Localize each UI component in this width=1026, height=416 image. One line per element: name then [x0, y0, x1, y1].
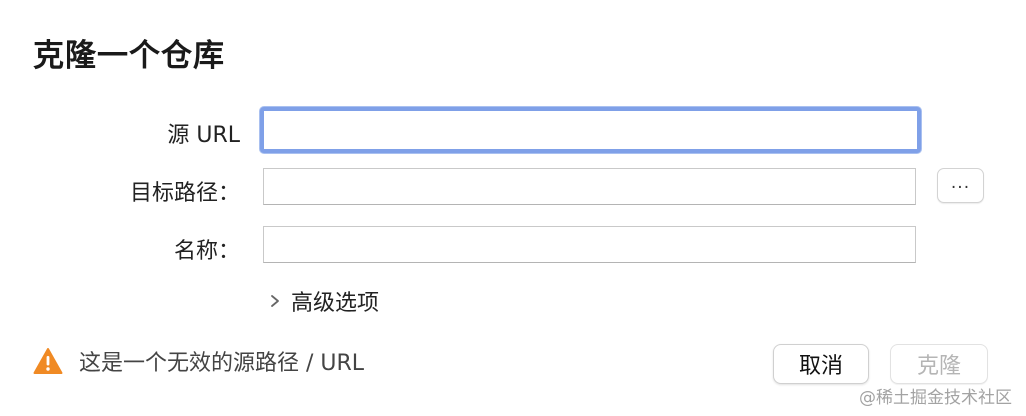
- clone-button[interactable]: 克隆: [890, 344, 988, 384]
- browse-path-button[interactable]: ...: [937, 168, 984, 203]
- target-path-label: 目标路径：: [129, 181, 240, 206]
- target-path-input[interactable]: [263, 168, 916, 205]
- chevron-right-icon: [271, 295, 279, 307]
- name-input[interactable]: [263, 226, 916, 263]
- source-url-label: 源 URL: [167, 123, 240, 148]
- advanced-options-label: 高级选项: [291, 291, 380, 316]
- clone-repository-dialog: 克隆一个仓库 源 URL 目标路径： ... 名称： 高级选项 这是一个无效的源…: [0, 0, 1026, 416]
- validation-warning: 这是一个无效的源路径 / URL: [33, 345, 364, 377]
- advanced-options-toggle[interactable]: 高级选项: [269, 285, 379, 317]
- warning-text: 这是一个无效的源路径 / URL: [79, 351, 365, 376]
- warning-icon: [33, 348, 63, 374]
- source-url-input[interactable]: [260, 107, 921, 153]
- name-label: 名称：: [173, 239, 240, 264]
- dialog-title: 克隆一个仓库: [33, 38, 225, 74]
- watermark-text: @稀土掘金技术社区: [859, 388, 1012, 408]
- cancel-button[interactable]: 取消: [773, 344, 869, 384]
